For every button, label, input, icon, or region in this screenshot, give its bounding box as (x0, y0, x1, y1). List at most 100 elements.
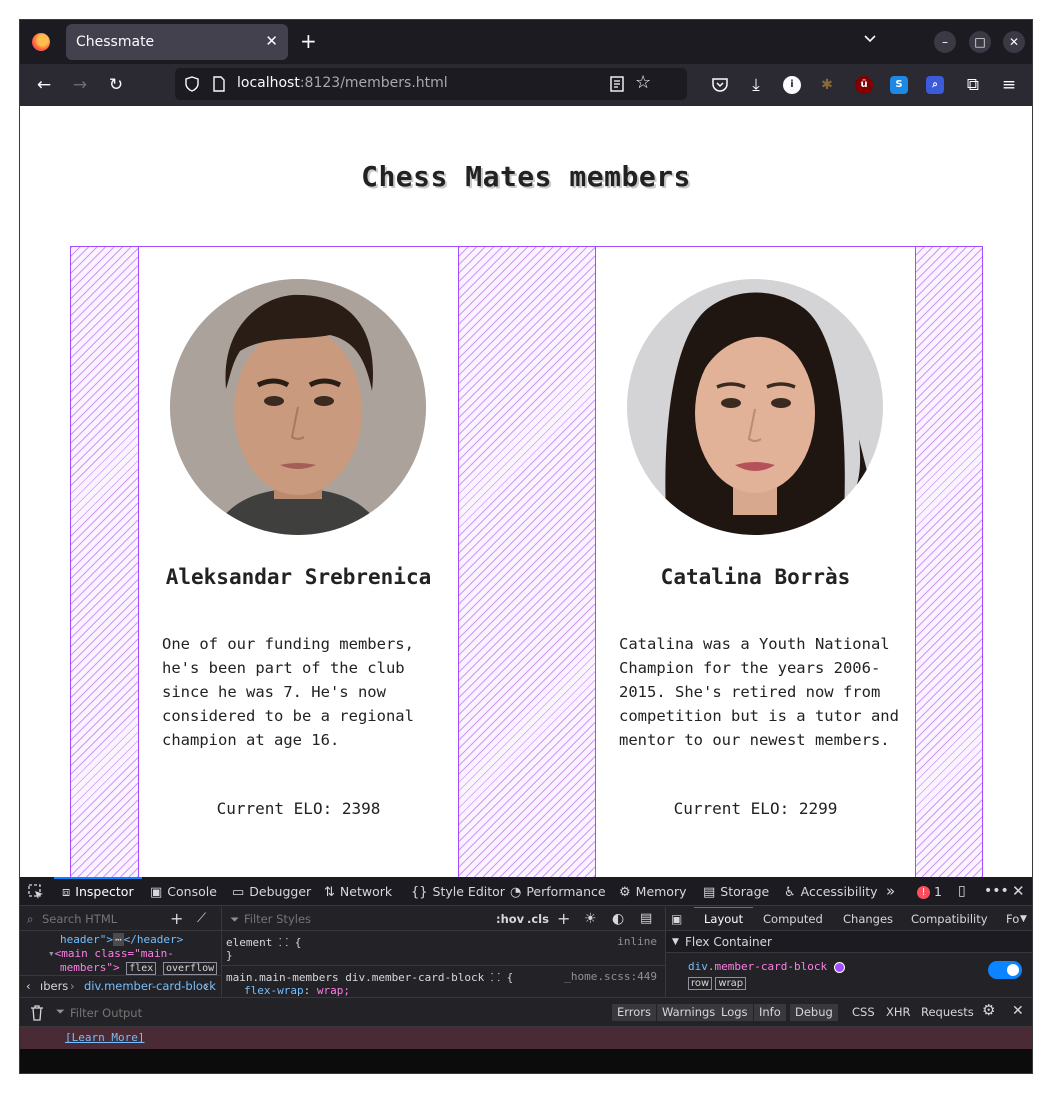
info-extension-icon[interactable]: i (783, 76, 801, 94)
breadcrumb-current[interactable]: div.member-card-block (84, 976, 216, 997)
search-extension-icon[interactable]: ⌕ (926, 76, 944, 94)
flex-overlay-toggle[interactable] (988, 961, 1022, 979)
trash-icon[interactable] (30, 1005, 44, 1021)
rule-element[interactable]: element ⸬ { (226, 935, 301, 950)
filter-css-button[interactable]: CSS (852, 1004, 875, 1021)
tab-accessibility[interactable]: ♿ Accessibility (784, 877, 878, 906)
bookmark-star-icon[interactable]: ☆ (635, 72, 651, 93)
flex-container-selector[interactable]: div.member-card-block (688, 960, 845, 973)
tab-fonts[interactable]: Fo (1006, 907, 1019, 931)
toggle-sidebar-icon[interactable]: ▣ (671, 907, 682, 931)
close-devtools-icon[interactable]: ✕ (1012, 877, 1025, 906)
more-tools-chevron-icon[interactable]: » (886, 877, 895, 906)
flex-badge[interactable]: flex (126, 962, 157, 975)
maximize-window-button[interactable]: □ (969, 31, 991, 53)
breadcrumb-item[interactable]: ıbers (40, 976, 68, 997)
back-arrow-icon[interactable]: ← (34, 75, 54, 95)
minimize-window-button[interactable]: – (934, 31, 956, 53)
tab-console[interactable]: ▣ Console (150, 877, 217, 906)
downloads-icon[interactable]: ⤓ (746, 75, 766, 95)
hamburger-menu-icon[interactable]: ≡ (999, 75, 1019, 95)
rule-member-card-block[interactable]: main.main-members div.member-card-block … (226, 970, 513, 985)
filter-requests-button[interactable]: Requests (921, 1004, 974, 1021)
filter-info-button[interactable]: Info (754, 1004, 786, 1021)
overlay-color-swatch[interactable] (833, 961, 845, 973)
list-all-tabs-chevron-icon[interactable] (863, 31, 877, 45)
tab-inspector[interactable]: ⧈ Inspector (54, 877, 142, 906)
console-input[interactable] (20, 1049, 1032, 1073)
rule-source[interactable]: inline (617, 935, 657, 948)
tab-layout[interactable]: Layout (694, 907, 754, 930)
url-host: localhost (237, 75, 300, 91)
rule-declaration[interactable]: flex-wrap: wrap; (244, 984, 350, 997)
filter-warnings-button[interactable]: Warnings (657, 1004, 721, 1021)
close-split-console-icon[interactable]: ✕ (1012, 1003, 1024, 1020)
rule-source[interactable]: _home.scss:449 (564, 970, 657, 983)
filter-debug-button[interactable]: Debug (790, 1004, 838, 1021)
eyedropper-icon[interactable]: ⟋ (197, 907, 206, 931)
print-media-icon[interactable]: ▤ (640, 907, 652, 931)
extensions-puzzle-icon[interactable]: ⧉ (963, 75, 983, 95)
page-info-icon[interactable] (212, 76, 226, 92)
element-picker-icon[interactable] (28, 884, 44, 900)
tab-memory[interactable]: ⚙ Memory (619, 877, 687, 906)
tab-network[interactable]: ⇅ Network (324, 877, 392, 906)
breadcrumb-left-arrow-icon[interactable]: ‹ (26, 976, 31, 997)
search-html-input[interactable] (42, 910, 152, 928)
collapse-triangle-icon[interactable]: ▼ (672, 931, 679, 953)
forward-arrow-icon[interactable]: → (70, 75, 90, 95)
reader-view-icon[interactable] (610, 76, 624, 92)
filter-logs-button[interactable]: Logs (716, 1004, 753, 1021)
filter-styles-input[interactable] (244, 910, 444, 928)
close-tab-icon[interactable]: ✕ (265, 32, 278, 50)
tab-debugger[interactable]: ▭ Debugger (232, 877, 311, 906)
light-scheme-icon[interactable]: ☀ (584, 907, 597, 931)
url-bar[interactable]: localhost:8123/members.html ☆ (175, 68, 687, 100)
tabs-dropdown-icon[interactable]: ▼ (1020, 907, 1027, 931)
markup-text: </header> (123, 933, 184, 946)
ublock-origin-icon[interactable]: ū (855, 76, 873, 94)
filter-errors-button[interactable]: Errors (612, 1004, 657, 1021)
dark-scheme-icon[interactable]: ◐ (612, 907, 624, 931)
tab-label: Style Editor (432, 884, 505, 899)
filter-xhr-button[interactable]: XHR (886, 1004, 911, 1021)
collapsed-ellipsis[interactable]: ⋯ (112, 933, 124, 946)
flex-container-label: Flex Container (685, 935, 772, 949)
filter-output-input[interactable] (70, 1004, 270, 1022)
rule-selector: element (226, 936, 273, 949)
pocket-icon[interactable] (711, 76, 729, 94)
markup-node-header[interactable]: header"> ⋯ </header> (60, 933, 183, 946)
new-tab-button[interactable]: + (300, 29, 317, 53)
tab-style-editor[interactable]: {} Style Editor (411, 877, 505, 906)
tab-storage[interactable]: ▤ Storage (703, 877, 769, 906)
close-window-button[interactable]: ✕ (1003, 31, 1025, 53)
hover-state-toggle[interactable]: :hov (496, 907, 524, 931)
expand-triangle-icon[interactable]: ▾ (48, 947, 55, 960)
console-settings-gear-icon[interactable]: ⚙ (982, 1002, 995, 1019)
add-node-icon[interactable]: + (170, 907, 183, 931)
responsive-design-icon[interactable]: ▯ (958, 877, 966, 906)
tab-changes[interactable]: Changes (843, 907, 893, 931)
tracking-shield-icon[interactable] (184, 76, 200, 92)
tab-chessmate[interactable]: Chessmate ✕ (66, 24, 288, 60)
class-toggle[interactable]: .cls (527, 907, 549, 931)
s-extension-icon[interactable]: S (890, 76, 908, 94)
firefox-logo-icon[interactable] (32, 33, 50, 51)
url-text[interactable]: localhost:8123/members.html (237, 75, 448, 91)
flex-container-header[interactable]: ▼ Flex Container (666, 931, 1032, 953)
tab-performance[interactable]: ◔ Performance (510, 877, 606, 906)
tab-title: Chessmate (76, 34, 155, 50)
tab-computed[interactable]: Computed (763, 907, 823, 931)
ant-extension-icon[interactable]: ✱ (818, 76, 836, 94)
reload-icon[interactable]: ↻ (106, 75, 126, 95)
add-rule-icon[interactable]: + (557, 907, 570, 931)
markup-node-main[interactable]: ▾<main class="main- (48, 947, 174, 960)
overflow-menu-icon[interactable]: ••• (984, 877, 1009, 906)
breadcrumb: ‹ ıbers › div.member-card-block › (20, 975, 221, 997)
breadcrumb-right-arrow-icon[interactable]: › (204, 976, 209, 997)
error-count-badge[interactable]: ! 1 (917, 877, 942, 906)
learn-more-link[interactable]: [Learn More] (65, 1031, 144, 1044)
overflow-badge[interactable]: overflow (162, 962, 218, 975)
tab-compatibility[interactable]: Compatibility (911, 907, 988, 931)
error-count: 1 (933, 884, 942, 899)
